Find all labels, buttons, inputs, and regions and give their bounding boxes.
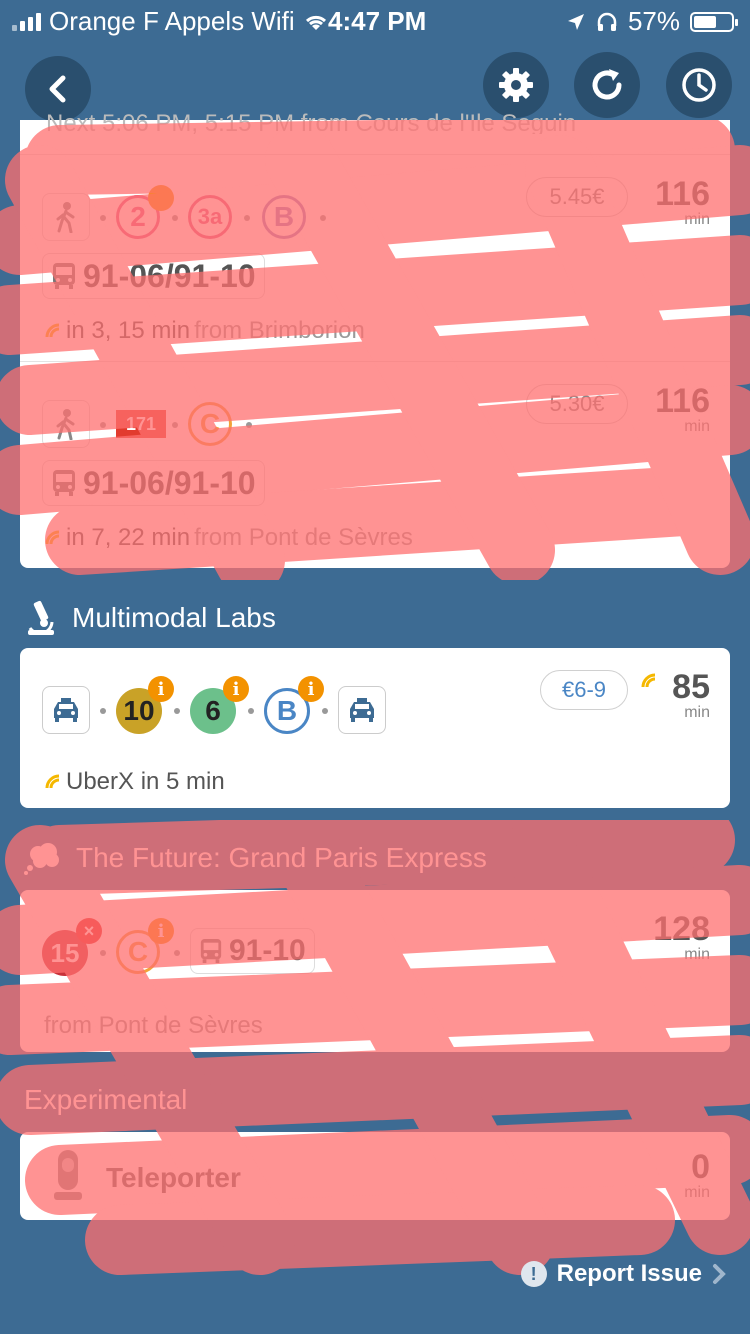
departure-info: from Pont de Sèvres [44,1012,263,1039]
refresh-button[interactable] [574,52,640,118]
refresh-icon [592,69,622,100]
thought-cloud-icon [24,843,59,875]
realtime-info: in 3, 15 min from Brimborion [44,317,365,345]
bus-line-badge: 91-06/91-10 [42,253,265,299]
settings-button[interactable] [483,52,549,118]
duration: 128 min [653,910,710,963]
realtime-signal-icon [641,673,656,688]
info-icon[interactable]: i [148,676,174,702]
status-bar: Orange F Appels Wifi 4:47 PM 57% [0,0,750,40]
realtime-info: UberX in 5 min [44,768,225,796]
metro-line-badge: 3a [188,195,232,239]
wifi-icon [305,15,326,30]
rer-line-badge: C [188,402,232,446]
info-icon[interactable]: i [148,918,174,944]
exclamation-icon: ! [520,1261,547,1287]
bus-icon [200,939,222,963]
rer-line-badge: B [262,195,306,239]
bus-icon [53,263,75,289]
headphones-icon [597,12,617,31]
chevron-right-icon [713,1264,726,1284]
carrier-name: Orange F Appels Wifi [49,6,295,36]
duration: 85 min [672,668,710,721]
clock: 4:47 PM [328,6,427,36]
fare-badge: 5.45€ [526,177,628,217]
section-title-experimental: Experimental [24,1084,188,1115]
duration: 0 min [684,1148,710,1201]
route-option-1[interactable]: 2 3a B 5.45€ 116 min 91-06/91-10 in 3, 1… [20,155,730,360]
bus-line-171-badge: 171 [116,410,166,438]
route-option-2[interactable]: 171 C 5.30€ 116 min 91-06/91-10 in 7, 22… [20,362,730,567]
teleporter-icon [54,1150,82,1200]
realtime-signal-icon [45,530,60,545]
fare-badge: 5.30€ [526,384,628,424]
section-title-multimodal: Multimodal Labs [24,598,276,638]
bus-icon [53,470,75,496]
section-title-future: The Future: Grand Paris Express [24,840,487,876]
duration: 116 min [655,382,710,435]
battery-percent: 57% [627,6,680,36]
gear-icon [499,68,533,102]
duration: 116 min [655,175,710,228]
realtime-signal-icon [45,323,60,338]
info-icon[interactable]: i [298,676,324,702]
taxi-icon [42,686,90,734]
walk-icon [42,193,90,241]
battery-icon [690,11,738,32]
clock-icon [682,68,716,102]
location-arrow-icon [567,13,584,30]
bus-line-badge: 91-10 [190,928,315,974]
microscope-icon [28,600,54,635]
taxi-icon [338,686,386,734]
multimodal-route-card[interactable]: 10 i 6 i B i €6-9 85 min UberX in 5 min [20,648,730,808]
walk-icon [42,400,90,448]
info-icon[interactable] [148,185,174,211]
route-list-card: Next 5:06 PM, 5:15 PM from Cours de l'Il… [20,110,730,568]
info-icon[interactable]: i [223,676,249,702]
bus-line-badge: 91-06/91-10 [42,460,265,506]
next-departures-text: Next 5:06 PM, 5:15 PM from Cours de l'Il… [46,110,577,134]
unavailable-icon: × [76,918,102,944]
departure-time-button[interactable] [666,52,732,118]
teleporter-card[interactable]: Teleporter 0 min [20,1132,730,1220]
future-route-card[interactable]: 15 × C i 91-10 128 min from Pont de Sèvr… [20,890,730,1052]
signal-icon [12,12,41,31]
teleporter-label: Teleporter [106,1162,241,1193]
chevron-left-icon [49,75,66,103]
realtime-info: in 7, 22 min from Pont de Sèvres [44,524,413,552]
report-issue-button[interactable]: ! Report Issue [520,1260,726,1288]
realtime-signal-icon [45,774,60,789]
fare-badge: €6-9 [540,670,628,710]
